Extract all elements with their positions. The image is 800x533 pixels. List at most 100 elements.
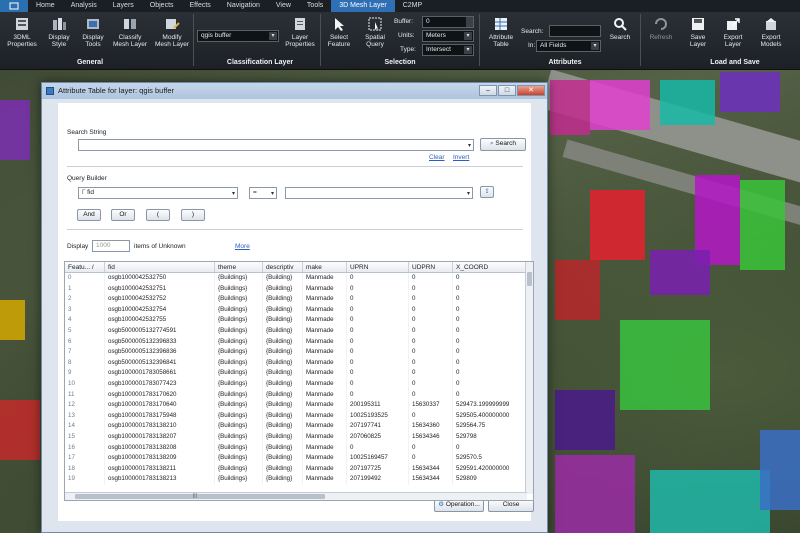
ribbon-search-input[interactable] [549,25,601,37]
close-window-button[interactable]: ✕ [517,85,545,96]
table-row[interactable]: 0 osgb1000042532750 {Buildings} {Building} M… [65,273,527,284]
table-row[interactable]: 9 osgb1000001783058661 {Buildings} {Buildin… [65,368,527,379]
classified-building[interactable] [0,100,30,160]
display-style-button[interactable]: Display Style [42,15,76,48]
open-paren-button[interactable]: ( [146,209,170,221]
maximize-button[interactable]: □ [498,85,516,96]
table-row[interactable]: 7 osgb5000005132396836 {Buildings} {Buildin… [65,347,527,358]
dialog-title-bar[interactable]: Attribute Table for layer: qgis buffer –… [42,83,547,99]
ribbon-search-button[interactable]: Search [604,15,636,41]
classified-building[interactable] [590,80,650,130]
export-layer-button[interactable]: Export Layer [717,15,749,48]
classified-building[interactable] [650,470,770,533]
table-row[interactable]: 4 osgb1000042532755 {Buildings} {Building} M… [65,315,527,326]
app-menu-button[interactable] [0,0,28,12]
classified-building[interactable] [760,430,800,510]
table-row[interactable]: 15 osgb1000001783138207 {Buildings} {Buildi… [65,432,527,443]
type-select[interactable]: Intersect ▾ [422,44,474,56]
select-feature-button[interactable]: Select Feature [323,15,355,48]
table-row[interactable]: 5 osgb5000005132774591 {Buildings} {Buildin… [65,326,527,337]
classified-building[interactable] [0,400,40,460]
3dml-properties-button[interactable]: 3DML Properties [4,15,40,48]
table-row[interactable]: 8 osgb5000005132396841 {Buildings} {Buildin… [65,357,527,369]
field-select[interactable]: Γ fid ▾ [78,187,238,199]
add-condition-button[interactable]: ⇪ [480,186,494,198]
table-row[interactable]: 19 osgb1000001783138213 {Buildings} {Buildi… [65,474,527,485]
classified-building[interactable] [550,80,590,135]
table-row[interactable]: 12 osgb1000001783170640 {Buildings} {Buildi… [65,400,527,411]
units-select[interactable]: Meters ▾ [422,30,474,42]
search-in-select[interactable]: All Fields ▾ [536,40,601,52]
buffer-input[interactable]: 0 [422,16,474,28]
display-tools-button[interactable]: Display Tools [76,15,110,48]
tab-tools[interactable]: Tools [299,0,331,12]
column-header[interactable]: UDPRN [409,262,453,272]
table-row[interactable]: 14 osgb1000001783138210 {Buildings} {Buildi… [65,421,527,432]
tab-navigation[interactable]: Navigation [219,0,268,12]
table-row[interactable]: 1 osgb1000042532751 {Buildings} {Building} M… [65,283,527,295]
dialog-search-button[interactable]: ⌕ Search [480,138,526,151]
classify-mesh-layer-button[interactable]: Classify Mesh Layer [110,15,150,48]
chevron-down-icon: ▾ [591,42,599,50]
horizontal-scrollbar[interactable]: ||| [65,492,527,500]
column-header[interactable]: descriptiv [263,262,303,272]
table-row[interactable]: 17 osgb1000001783138209 {Buildings} {Buildi… [65,453,527,464]
display-count-input[interactable]: 1000 [92,240,130,252]
classified-building[interactable] [650,250,710,295]
tab-c2mp[interactable]: C2MP [395,0,430,12]
scroll-thumb[interactable] [75,494,325,499]
tab-view[interactable]: View [268,0,299,12]
classified-building[interactable] [555,455,635,533]
scroll-thumb[interactable] [527,272,532,286]
spinner-icon[interactable] [466,17,473,27]
or-button[interactable]: Or [111,209,135,221]
column-header[interactable]: fid [105,262,215,272]
more-link[interactable]: More [235,243,250,250]
clear-link[interactable]: Clear [429,154,445,161]
table-row[interactable]: 11 osgb1000001783170620 {Buildings} {Buildi… [65,389,527,401]
tab-analysis[interactable]: Analysis [63,0,105,12]
spatial-query-button[interactable]: Spatial Query [358,15,392,48]
tab-home[interactable]: Home [28,0,63,12]
vertical-scrollbar[interactable] [525,262,533,494]
column-header[interactable]: Featu... / [65,262,105,272]
column-header[interactable]: X_COORD [453,262,527,272]
layer-properties-button[interactable]: Layer Properties [283,15,317,48]
refresh-icon [652,15,670,33]
search-string-input[interactable]: ▾ [78,139,474,151]
refresh-button[interactable]: Refresh [645,15,677,41]
classification-layer-select[interactable]: qgis buffer ▾ [197,30,279,42]
classified-building[interactable] [590,190,645,260]
column-header[interactable]: make [303,262,347,272]
column-header[interactable]: UPRN [347,262,409,272]
classified-building[interactable] [555,260,600,320]
classified-building[interactable] [720,72,780,112]
tab-3d-mesh-layer[interactable]: 3D Mesh Layer [331,0,395,12]
invert-link[interactable]: Invert [453,154,469,161]
table-row[interactable]: 6 osgb5000005132396833 {Buildings} {Buildin… [65,336,527,348]
tab-layers[interactable]: Layers [105,0,142,12]
minimize-button[interactable]: – [479,85,497,96]
classified-building[interactable] [555,390,615,450]
tab-objects[interactable]: Objects [142,0,182,12]
table-row[interactable]: 16 osgb1000001783138208 {Buildings} {Buildi… [65,442,527,454]
tab-effects[interactable]: Effects [182,0,219,12]
classified-building[interactable] [0,300,25,340]
table-row[interactable]: 2 osgb1000042532752 {Buildings} {Building} M… [65,294,527,305]
modify-mesh-layer-button[interactable]: Modify Mesh Layer [152,15,192,48]
table-row[interactable]: 10 osgb1000001783077423 {Buildings} {Buildi… [65,379,527,390]
column-header[interactable]: theme [215,262,263,272]
export-models-button[interactable]: Export Models [754,15,788,48]
save-layer-button[interactable]: Save Layer [682,15,714,48]
attribute-table-button[interactable]: Attribute Table [483,15,519,48]
close-paren-button[interactable]: ) [181,209,205,221]
value-select[interactable]: ▾ [285,187,473,199]
operator-select[interactable]: = ▾ [249,187,277,199]
and-button[interactable]: And [77,209,101,221]
classified-building[interactable] [740,180,785,270]
table-row[interactable]: 13 osgb1000001783175948 {Buildings} {Buildi… [65,410,527,422]
classified-building[interactable] [660,80,715,125]
table-row[interactable]: 3 osgb1000042532754 {Buildings} {Building} M… [65,304,527,316]
classified-building[interactable] [620,320,710,410]
table-row[interactable]: 18 osgb1000001783138211 {Buildings} {Buildi… [65,463,527,475]
